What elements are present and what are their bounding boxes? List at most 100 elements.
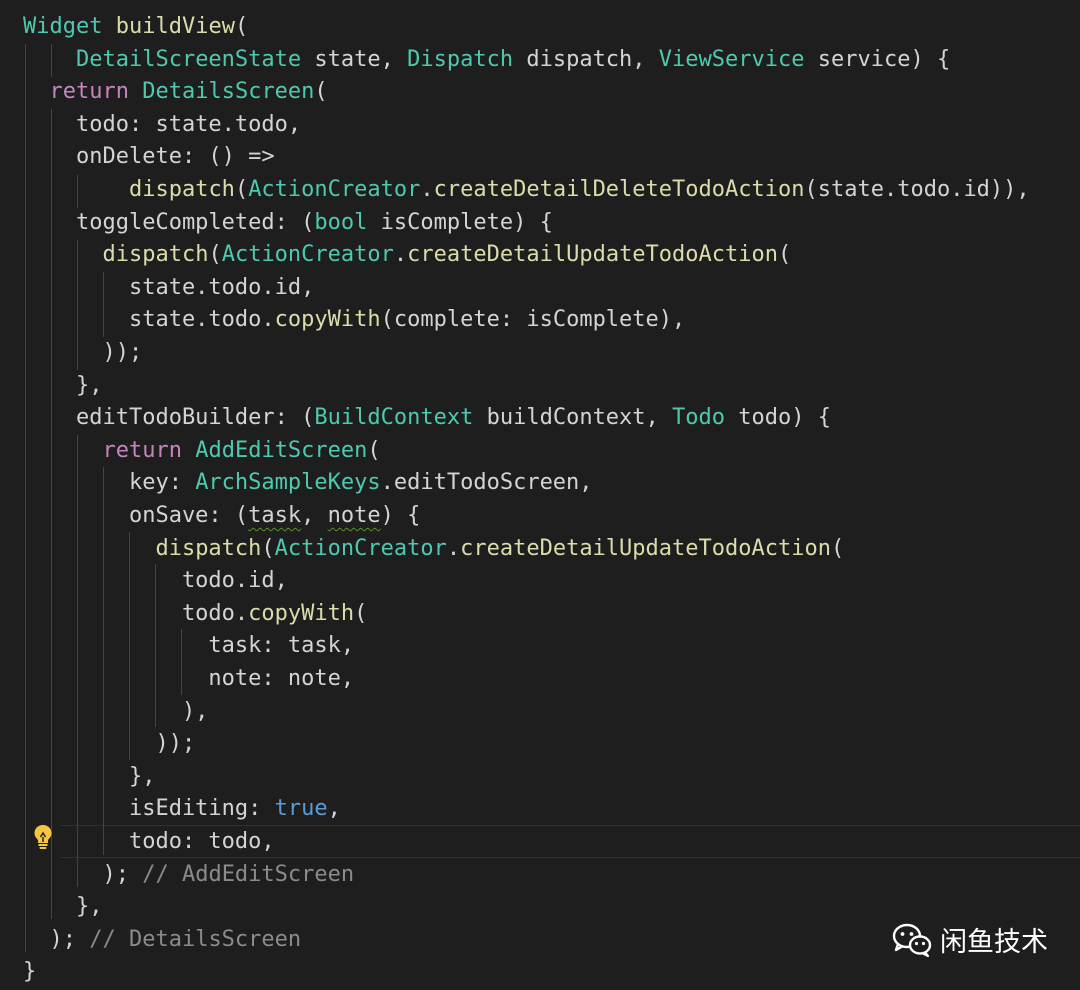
code-token-fn: createDetailUpdateTodoAction [460, 535, 831, 561]
code-token-type: Widget [23, 14, 103, 39]
code-token: isEditing: [23, 796, 275, 822]
code-token-comment: // AddEditScreen [142, 861, 355, 887]
code-token-fn: copyWith [248, 600, 355, 626]
code-line[interactable]: }, [23, 370, 103, 403]
code-token-fn: dispatch [155, 535, 262, 561]
code-token: task: task, [23, 633, 355, 659]
code-token: key: [23, 470, 196, 496]
lightbulb-icon[interactable] [33, 824, 53, 850]
code-line[interactable]: } [23, 956, 36, 989]
code-line[interactable]: }, [23, 891, 103, 924]
code-token: ( [234, 14, 249, 39]
code-editor[interactable]: Widget buildView( DetailScreenState stat… [0, 0, 1080, 990]
code-line[interactable]: todo.copyWith( [23, 598, 367, 631]
code-token: todo) { [725, 405, 831, 431]
code-line[interactable]: )); [23, 728, 195, 761]
code-token: state, [301, 46, 408, 72]
code-line[interactable]: toggleCompleted: (bool isComplete) { [23, 207, 553, 240]
code-token-comment: // DetailsScreen [89, 926, 302, 952]
code-token: ( [314, 79, 328, 105]
code-token: ) { [380, 503, 421, 528]
code-token: )); [23, 340, 143, 365]
code-token: service) { [804, 46, 951, 72]
code-token: }, [23, 763, 156, 789]
code-token: toggleCompleted: ( [23, 209, 315, 235]
code-token: ( [830, 535, 845, 561]
code-token-type: ViewService [658, 46, 805, 72]
code-token-type: BuildContext [314, 405, 474, 431]
code-token-fn: dispatch [128, 177, 235, 202]
code-token: ( [234, 177, 249, 202]
code-token-fn: createDetailDeleteTodoAction [433, 177, 805, 202]
code-line[interactable]: note: note, [23, 663, 354, 696]
code-token-type: ActionCreator [248, 177, 421, 202]
code-line[interactable]: ); // DetailsScreen [23, 924, 301, 957]
code-token-type: Dispatch [407, 46, 514, 72]
code-line[interactable]: todo.id, [23, 565, 288, 598]
code-token: , [327, 796, 341, 822]
code-token-type: DetailsScreen [142, 79, 315, 105]
code-token-type: ArchSampleKeys [195, 470, 381, 496]
code-token: buildContext, [473, 405, 673, 431]
code-token: ( [354, 600, 368, 626]
code-token: todo: todo, [23, 829, 275, 854]
code-line[interactable]: return DetailsScreen( [23, 76, 328, 109]
code-line[interactable]: isEditing: true, [23, 793, 341, 826]
code-token-type: Todo [672, 405, 726, 431]
code-token: , [301, 503, 328, 528]
code-line[interactable]: DetailScreenState state, Dispatch dispat… [23, 44, 950, 77]
code-token: todo: state.todo, [23, 111, 302, 137]
code-token: note [327, 503, 381, 528]
code-line[interactable]: task: task, [23, 630, 354, 663]
code-token: note: note, [23, 666, 355, 691]
code-token: onDelete: () => [23, 144, 275, 170]
code-token-type: ActionCreator [221, 242, 394, 268]
code-token: (state.todo.id)), [804, 177, 1030, 202]
code-line[interactable]: }, [23, 761, 156, 794]
code-line[interactable]: key: ArchSampleKeys.editTodoScreen, [23, 467, 593, 500]
code-line[interactable]: editTodoBuilder: (BuildContext buildCont… [23, 402, 831, 435]
code-token-fn: buildView [115, 14, 235, 39]
code-token: isComplete) { [367, 209, 553, 235]
code-token: (complete: isComplete), [380, 307, 686, 333]
code-token: )); [23, 731, 196, 757]
code-token: ); [23, 926, 90, 952]
code-token-fn: copyWith [274, 307, 381, 333]
code-token: ( [261, 535, 275, 561]
code-token-type: AddEditScreen [195, 437, 368, 463]
code-line[interactable]: ), [23, 696, 209, 729]
code-token-type: bool [314, 209, 368, 235]
code-line[interactable]: onSave: (task, note) { [23, 500, 420, 533]
code-line[interactable]: dispatch(ActionCreator.createDetailUpdat… [23, 533, 844, 566]
code-token: } [23, 959, 37, 985]
code-token: editTodoBuilder: ( [23, 405, 315, 431]
code-line[interactable]: state.todo.copyWith(complete: isComplete… [23, 304, 685, 337]
code-line[interactable]: todo: todo, [23, 826, 275, 859]
code-token-fn: dispatch [102, 242, 209, 268]
code-line[interactable]: ); // AddEditScreen [23, 859, 354, 892]
code-token-type: DetailScreenState [75, 46, 302, 72]
code-token: .editTodoScreen, [380, 470, 593, 496]
code-line[interactable]: dispatch(ActionCreator.createDetailDelet… [23, 174, 1030, 207]
code-token: . [420, 177, 434, 202]
code-line[interactable]: onDelete: () => [23, 141, 275, 174]
code-token: . [446, 535, 461, 561]
code-token: state.todo. [23, 307, 275, 333]
code-line[interactable]: return AddEditScreen( [23, 435, 381, 468]
code-line[interactable]: todo: state.todo, [23, 109, 301, 142]
code-token: state.todo.id, [23, 274, 315, 300]
code-token: todo.id, [23, 568, 288, 594]
code-line[interactable]: dispatch(ActionCreator.createDetailUpdat… [23, 239, 791, 272]
code-line[interactable]: Widget buildView( [23, 11, 248, 44]
code-token-type: ActionCreator [274, 535, 447, 561]
code-line[interactable]: )); [23, 337, 142, 370]
code-token-bool: true [274, 796, 328, 822]
code-line[interactable]: state.todo.id, [23, 272, 314, 305]
code-token: task [248, 503, 302, 528]
code-token: ( [367, 437, 381, 463]
